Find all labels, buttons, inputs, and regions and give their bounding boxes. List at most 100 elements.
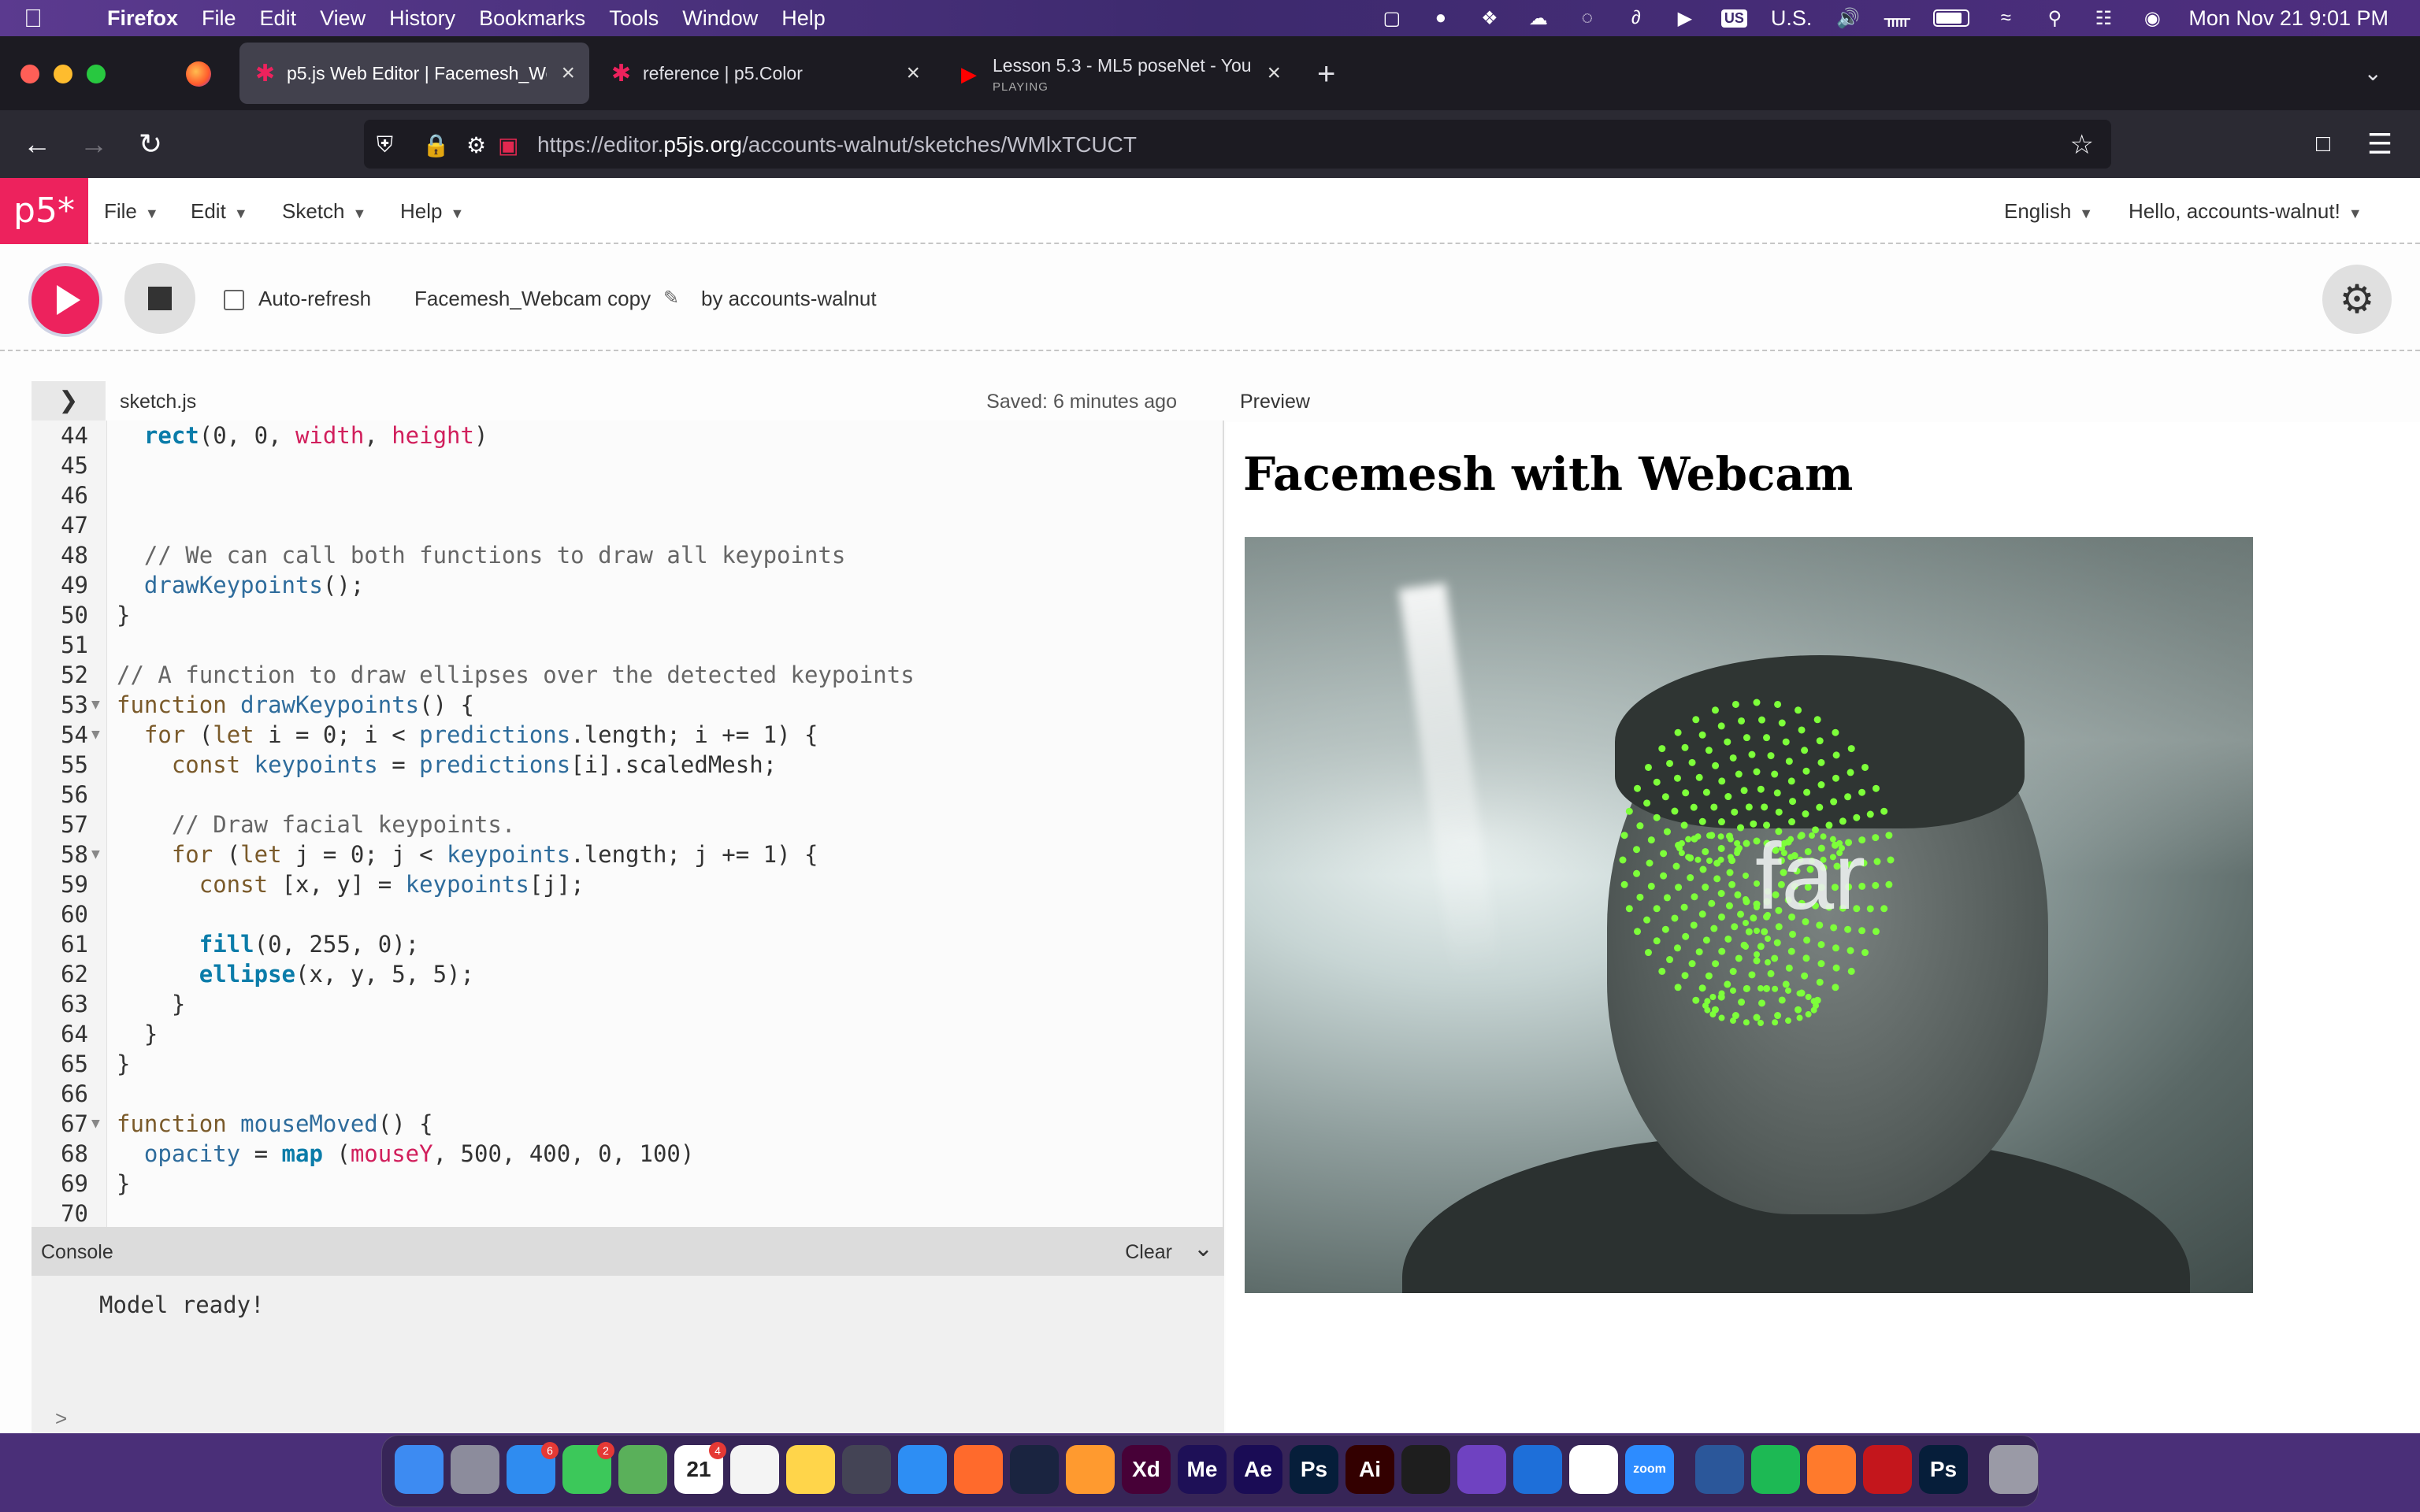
- bluetooth-icon[interactable]: ᚅ: [1884, 7, 1910, 29]
- code-line[interactable]: 67 ▼ function mouseMoved() {: [32, 1109, 1223, 1139]
- minimize-window-button[interactable]: [54, 65, 72, 83]
- code-line[interactable]: 64 }: [32, 1019, 1223, 1049]
- dock-maps-icon[interactable]: [618, 1445, 667, 1494]
- zoom-status-icon[interactable]: ●: [1428, 7, 1453, 29]
- play-button[interactable]: [28, 263, 102, 337]
- dock-figma-icon[interactable]: [1401, 1445, 1450, 1494]
- p5-menu-file[interactable]: File ▼: [104, 178, 159, 244]
- code-line[interactable]: 46: [32, 480, 1223, 510]
- code-line[interactable]: 66: [32, 1079, 1223, 1109]
- menu-history[interactable]: History: [389, 6, 455, 31]
- tab-youtube-lesson[interactable]: ▶ Lesson 5.3 - ML5 poseNet - You PLAYING…: [945, 43, 1295, 104]
- dock-notes-icon[interactable]: [786, 1445, 835, 1494]
- code-line[interactable]: 63 }: [32, 989, 1223, 1019]
- forward-button[interactable]: →: [76, 126, 112, 162]
- code-editor[interactable]: 44 rect(0, 0, width, height) 45 46 47 48 // …: [32, 421, 1224, 1227]
- battery-icon[interactable]: [1933, 9, 1970, 27]
- dropbox-icon[interactable]: ❖: [1477, 7, 1502, 29]
- edit-name-pencil-icon[interactable]: ✎: [663, 287, 679, 309]
- list-all-tabs-chevron-icon[interactable]: ⌄: [2364, 60, 2382, 86]
- code-line[interactable]: 70: [32, 1199, 1223, 1227]
- fold-triangle-icon[interactable]: ▼: [91, 720, 100, 750]
- menubar-clock[interactable]: Mon Nov 21 9:01 PM: [2188, 6, 2388, 31]
- auto-refresh-label[interactable]: Auto-refresh: [258, 287, 371, 311]
- dock-launchpad-icon[interactable]: [451, 1445, 499, 1494]
- apple-icon[interactable]: : [24, 4, 60, 33]
- dock-media-encoder-icon[interactable]: Me: [1178, 1445, 1227, 1494]
- back-button[interactable]: ←: [19, 126, 55, 162]
- tab-p5-reference[interactable]: ✱ reference | p5.Color ×: [596, 43, 934, 104]
- fold-triangle-icon[interactable]: ▼: [91, 690, 100, 720]
- console-input-prompt[interactable]: >: [55, 1406, 67, 1431]
- p5-menu-edit[interactable]: Edit ▼: [191, 178, 248, 244]
- dock-mail-icon[interactable]: 6: [507, 1442, 559, 1494]
- zoom-window-button[interactable]: [87, 65, 106, 83]
- firefox-view-icon[interactable]: [186, 61, 211, 87]
- code-line[interactable]: 55 const keypoints = predictions[i].scal…: [32, 750, 1223, 780]
- screen-record-icon[interactable]: ▢: [1379, 7, 1405, 29]
- menu-view[interactable]: View: [320, 6, 366, 31]
- control-center-icon[interactable]: ☷: [2091, 7, 2116, 29]
- code-line[interactable]: 45: [32, 450, 1223, 480]
- close-tab-icon[interactable]: ×: [906, 60, 920, 87]
- close-tab-icon[interactable]: ×: [561, 60, 575, 87]
- dock-xd-icon[interactable]: Xd: [1122, 1445, 1171, 1494]
- app-menu-hamburger-icon[interactable]: ☰: [2362, 126, 2398, 162]
- dock-cinema4d-icon[interactable]: [1010, 1445, 1059, 1494]
- menu-edit[interactable]: Edit: [260, 6, 297, 31]
- p5-menu-help[interactable]: Help ▼: [400, 178, 464, 244]
- media-play-icon[interactable]: ▶: [1672, 7, 1698, 29]
- dock-vscode-icon[interactable]: [1513, 1445, 1562, 1494]
- dock-finder-icon[interactable]: [395, 1445, 444, 1494]
- siri-icon[interactable]: ◉: [2140, 7, 2165, 29]
- dock-photoshop-icon[interactable]: Ps: [1290, 1445, 1338, 1494]
- code-line[interactable]: 49 drawKeypoints();: [32, 570, 1223, 600]
- address-bar[interactable]: ⛨ 🔒 ⚙ ▣ https://editor.p5js.org/accounts…: [364, 120, 2111, 169]
- dock-acrobat-icon[interactable]: [1863, 1445, 1912, 1494]
- sketch-owner[interactable]: by accounts-walnut: [701, 287, 877, 311]
- dock-calendar-icon[interactable]: 21 4: [674, 1442, 726, 1494]
- menu-help[interactable]: Help: [781, 6, 826, 31]
- webcam-canvas[interactable]: far: [1245, 537, 2253, 1293]
- code-line[interactable]: 48 // We can call both functions to draw…: [32, 540, 1223, 570]
- sidebar-toggle-chevron-icon[interactable]: ❯: [32, 381, 106, 421]
- dock-messages-icon[interactable]: 2: [562, 1442, 614, 1494]
- dock-trash-icon[interactable]: [1989, 1445, 2038, 1494]
- dock-slack-icon[interactable]: [1569, 1445, 1618, 1494]
- p5-logo[interactable]: p5*: [0, 178, 88, 244]
- code-line[interactable]: 65}: [32, 1049, 1223, 1079]
- account-dropdown[interactable]: Hello, accounts-walnut! ▼: [2129, 178, 2362, 244]
- lock-icon[interactable]: 🔒: [422, 132, 450, 158]
- code-line[interactable]: 60: [32, 899, 1223, 929]
- dock-safari-icon[interactable]: [898, 1445, 947, 1494]
- code-line[interactable]: 47: [32, 510, 1223, 540]
- dock-firefox-icon[interactable]: [954, 1445, 1003, 1494]
- wifi-icon[interactable]: ≈: [1993, 7, 2018, 29]
- menu-app-firefox[interactable]: Firefox: [107, 6, 178, 31]
- code-line[interactable]: 50}: [32, 600, 1223, 630]
- code-line[interactable]: 58 ▼ for (let j = 0; j < keypoints.length…: [32, 839, 1223, 869]
- dock-pages-icon[interactable]: [1066, 1445, 1115, 1494]
- menu-tools[interactable]: Tools: [609, 6, 659, 31]
- fold-triangle-icon[interactable]: ▼: [91, 839, 100, 869]
- code-line[interactable]: 59 const [x, y] = keypoints[j];: [32, 869, 1223, 899]
- menu-file[interactable]: File: [202, 6, 236, 31]
- camera-sharing-icon[interactable]: ▣: [498, 132, 518, 158]
- dock-after-effects-icon[interactable]: Ae: [1234, 1445, 1282, 1494]
- code-line[interactable]: 54 ▼ for (let i = 0; i < predictions.leng…: [32, 720, 1223, 750]
- menu-bookmarks[interactable]: Bookmarks: [479, 6, 585, 31]
- code-line[interactable]: 69}: [32, 1169, 1223, 1199]
- console-clear-button[interactable]: Clear: [1125, 1241, 1172, 1264]
- tab-p5-editor[interactable]: ✱ p5.js Web Editor | Facemesh_We ×: [239, 43, 589, 104]
- fold-triangle-icon[interactable]: ▼: [91, 1109, 100, 1139]
- code-line[interactable]: 53 ▼ function drawKeypoints() {: [32, 690, 1223, 720]
- auto-refresh-checkbox[interactable]: [224, 290, 244, 310]
- dock-zoom-icon[interactable]: zoom: [1625, 1445, 1674, 1494]
- url-text[interactable]: https://editor.p5js.org/accounts-walnut/…: [537, 132, 1137, 158]
- dock-reminders-icon[interactable]: [730, 1445, 779, 1494]
- close-window-button[interactable]: [20, 65, 39, 83]
- dashlane-icon[interactable]: ◌: [1575, 7, 1600, 29]
- dock-illustrator-icon[interactable]: Ai: [1345, 1445, 1394, 1494]
- spotlight-search-icon[interactable]: ⚲: [2042, 7, 2067, 29]
- pocket-icon[interactable]: □: [2305, 126, 2341, 162]
